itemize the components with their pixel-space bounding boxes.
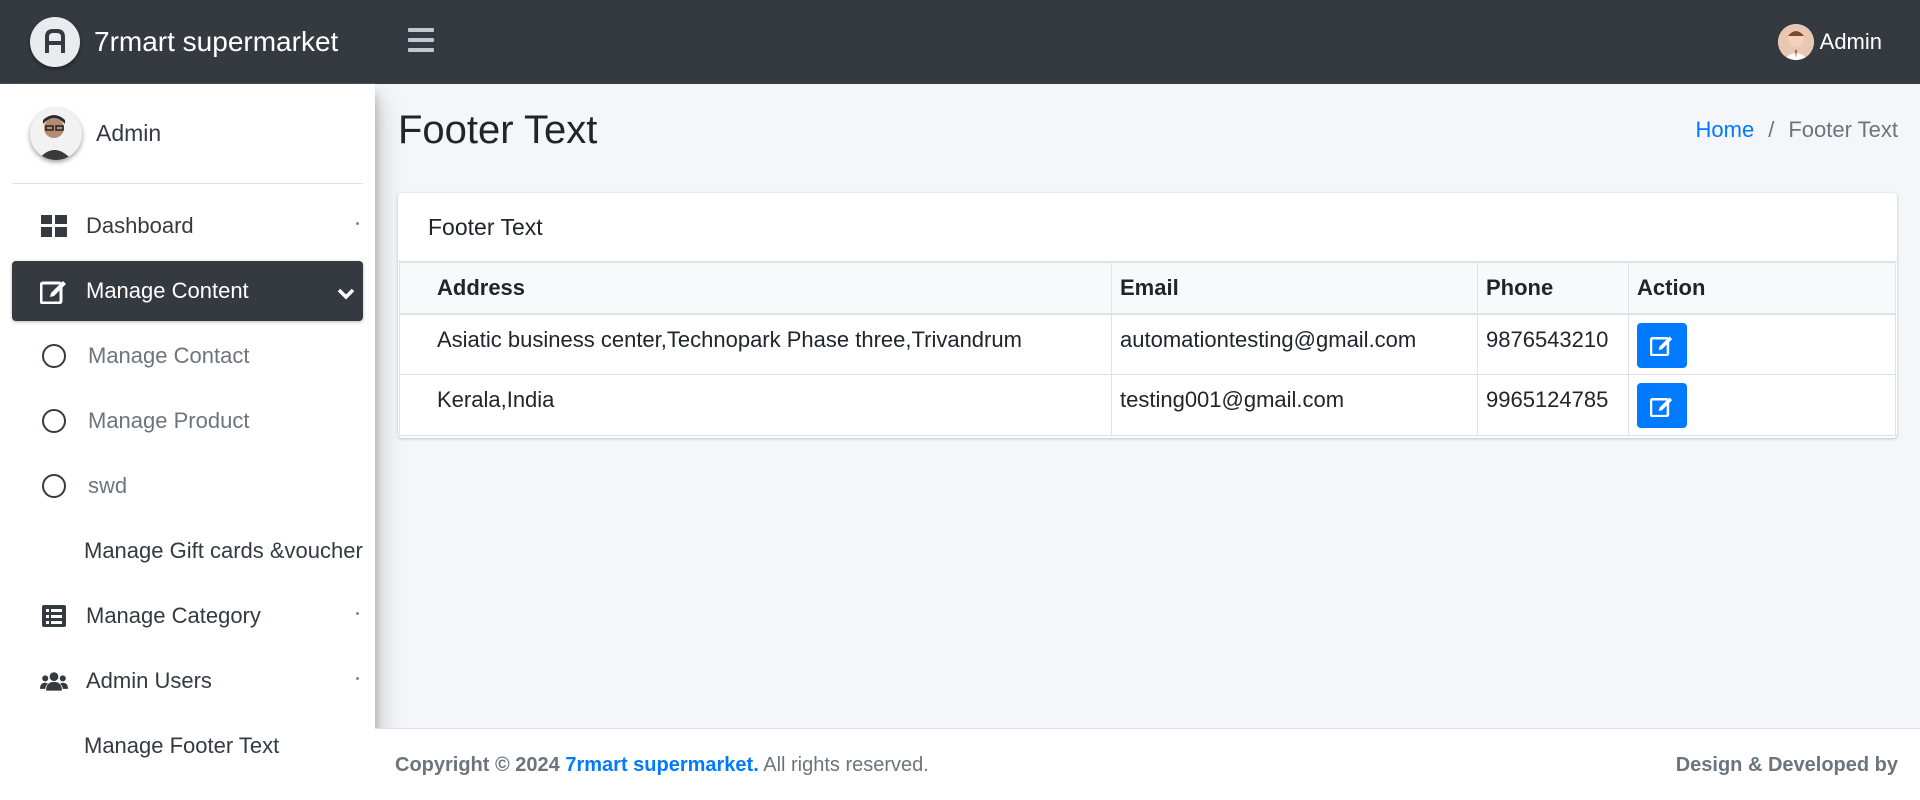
cell-address: Kerala,India [399, 374, 1112, 436]
avatar [1777, 24, 1814, 60]
card-title: Footer Text [398, 193, 1897, 262]
footer-text-table: Address Email Phone Action Asiatic busin… [399, 262, 1896, 436]
circle-icon [42, 474, 66, 498]
footer-credit: Design & Developed by [1675, 754, 1898, 776]
sidebar-item-label: Manage Content [86, 278, 249, 303]
sidebar: Admin Dashboard Manage Content Manage Co… [0, 84, 375, 800]
cell-action [1628, 313, 1896, 375]
users-icon [40, 667, 68, 695]
sidebar-item-label: Manage Contact [88, 343, 250, 368]
sidebar-item-label: Manage Category [86, 603, 261, 628]
top-navbar: 7rmart supermarket Admin [0, 0, 1920, 84]
cell-email: testing001@gmail.com [1111, 374, 1478, 436]
footer-text-card: Footer Text Address Email Phone Action A… [398, 193, 1897, 438]
sidebar-user-name: Admin [96, 120, 162, 146]
sidebar-item-label: Manage Gift cards &voucher [84, 538, 363, 563]
dashboard-icon [40, 212, 68, 240]
column-header-phone: Phone [1477, 262, 1629, 315]
breadcrumb: Home / Footer Text [1696, 117, 1898, 143]
sidebar-item-label: Manage Product [88, 408, 250, 433]
sidebar-item-dashboard[interactable]: Dashboard [12, 196, 363, 256]
table-row: Asiatic business center,Technopark Phase… [399, 313, 1896, 375]
table-row: Kerala,India testing001@gmail.com 996512… [399, 374, 1896, 436]
sidebar-item-label: Admin Users [86, 668, 212, 693]
sidebar-item-label: Dashboard [86, 213, 194, 238]
table-header-row: Address Email Phone Action [399, 262, 1896, 315]
avatar [30, 107, 82, 160]
sidebar-item-manage-contact[interactable]: Manage Contact [12, 326, 363, 386]
column-header-address: Address [399, 262, 1112, 315]
sidebar-item-manage-content[interactable]: Manage Content [12, 261, 363, 321]
sidebar-nav: Dashboard Manage Content Manage Contact … [0, 196, 375, 776]
breadcrumb-current: Footer Text [1788, 117, 1898, 142]
page-footer: Copyright © 2024 7rmart supermarket. All… [375, 728, 1920, 800]
edit-icon [1650, 336, 1673, 356]
cell-phone: 9965124785 [1477, 374, 1629, 436]
sidebar-item-label: Manage Footer Text [84, 733, 280, 758]
caret-left-icon [356, 677, 359, 680]
user-menu[interactable]: Admin [1777, 24, 1882, 60]
brand-logo-icon [30, 16, 80, 67]
edit-button[interactable] [1637, 322, 1687, 368]
sidebar-item-manage-product[interactable]: Manage Product [12, 391, 363, 451]
breadcrumb-home-link[interactable]: Home [1696, 117, 1755, 143]
cell-email: automationtesting@gmail.com [1111, 313, 1478, 375]
sidebar-item-manage-footer-text[interactable]: Manage Footer Text [12, 716, 363, 776]
sidebar-item-manage-category[interactable]: Manage Category [12, 586, 363, 646]
footer-brand-link[interactable]: 7rmart supermarket. [565, 754, 758, 776]
circle-icon [42, 344, 66, 368]
page-title: Footer Text [398, 108, 598, 152]
breadcrumb-separator: / [1768, 117, 1775, 142]
footer-rights: All rights reserved. [763, 754, 929, 776]
list-icon [40, 602, 68, 630]
caret-left-icon [356, 222, 359, 225]
user-name: Admin [1819, 29, 1882, 54]
circle-icon [42, 409, 66, 433]
sidebar-item-label: swd [88, 473, 128, 498]
footer-copyright-prefix: Copyright © 2024 [395, 754, 560, 776]
column-header-email: Email [1111, 262, 1478, 315]
cell-address: Asiatic business center,Technopark Phase… [399, 313, 1112, 375]
menu-toggle-icon[interactable] [408, 28, 434, 52]
sidebar-item-swd[interactable]: swd [12, 456, 363, 516]
footer-copyright: Copyright © 2024 7rmart supermarket. All… [395, 754, 929, 777]
column-header-action: Action [1628, 262, 1896, 315]
sidebar-item-admin-users[interactable]: Admin Users [12, 651, 363, 711]
sidebar-user-panel[interactable]: Admin [12, 84, 363, 184]
cell-phone: 9876543210 [1477, 313, 1629, 375]
edit-button[interactable] [1637, 383, 1687, 428]
sidebar-item-manage-gift-cards[interactable]: Manage Gift cards &voucher [12, 521, 363, 581]
brand-name: 7rmart supermarket [94, 25, 339, 57]
brand-link[interactable]: 7rmart supermarket [0, 0, 375, 84]
chevron-down-icon [337, 281, 355, 307]
edit-icon [1650, 397, 1673, 417]
edit-icon [40, 277, 68, 305]
caret-left-icon [356, 612, 359, 615]
cell-action [1628, 374, 1896, 436]
